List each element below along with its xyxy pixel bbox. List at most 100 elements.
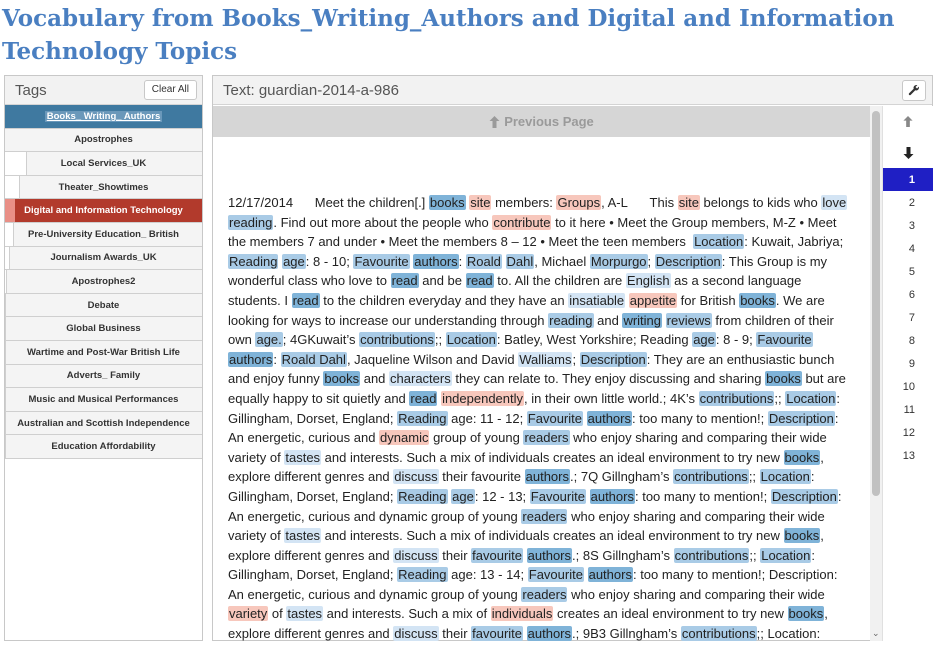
highlighted-term-books[interactable]: contributions — [698, 390, 775, 406]
highlighted-term-books[interactable]: Description — [579, 351, 647, 367]
highlighted-term-books[interactable]: contributions — [673, 469, 749, 485]
highlighted-term-books[interactable]: discuss — [393, 626, 439, 641]
tag-item[interactable]: Apostrophes2 — [5, 270, 202, 294]
highlighted-term-books[interactable]: authors — [589, 488, 635, 504]
page-up-button[interactable] — [883, 106, 933, 137]
tag-item[interactable]: Pre-University Education_ British — [5, 222, 202, 247]
highlighted-term-books[interactable]: tastes — [286, 606, 324, 622]
highlighted-term-books[interactable]: contributions — [673, 547, 750, 563]
page-number[interactable]: 10 — [883, 375, 933, 398]
highlighted-term-books[interactable]: Location — [759, 469, 811, 485]
highlighted-term-digital[interactable]: dynamic — [379, 430, 430, 446]
highlighted-term-books[interactable]: Location — [760, 547, 812, 563]
tag-item[interactable]: Digital and Information Technology — [5, 199, 202, 223]
highlighted-term-books[interactable]: Dahl — [505, 253, 535, 269]
page-number[interactable]: 11 — [883, 398, 933, 421]
highlighted-term-books[interactable]: writing — [622, 312, 663, 328]
highlighted-term-books[interactable]: authors — [587, 567, 633, 583]
highlighted-term-books[interactable]: Reading — [397, 488, 448, 504]
highlighted-term-books[interactable]: characters — [389, 371, 452, 387]
tag-item[interactable]: Adverts_ Family — [5, 364, 202, 389]
highlighted-term-books[interactable]: age — [692, 332, 716, 348]
highlighted-term-books[interactable]: Location — [693, 234, 745, 250]
tag-item[interactable]: Books_ Writing_ Authors — [5, 105, 202, 129]
highlighted-term-books[interactable]: tastes — [284, 528, 322, 544]
highlighted-term-books[interactable]: books — [783, 449, 821, 465]
page-number[interactable]: 7 — [883, 306, 933, 329]
highlighted-term-books[interactable]: Description — [767, 410, 835, 426]
highlighted-term-digital[interactable]: appetite — [628, 292, 678, 308]
tag-item[interactable]: Music and Musical Performances — [5, 388, 202, 412]
highlighted-term-digital[interactable]: site — [469, 195, 492, 210]
highlighted-term-books[interactable]: contributions — [359, 332, 435, 348]
highlighted-term-books[interactable]: read — [390, 273, 419, 289]
scrollbar-thumb[interactable] — [872, 111, 880, 496]
highlighted-term-digital[interactable]: individuals — [490, 606, 554, 622]
highlighted-term-books[interactable]: readers — [521, 586, 568, 602]
highlighted-term-books[interactable]: books — [323, 371, 361, 387]
highlighted-term-books[interactable]: tastes — [284, 449, 322, 465]
highlighted-term-books[interactable]: authors — [586, 410, 632, 426]
highlighted-term-books[interactable]: favourite — [471, 626, 524, 641]
highlighted-term-books[interactable]: Favourite — [353, 253, 410, 269]
highlighted-term-digital[interactable]: variety — [228, 606, 269, 622]
highlighted-term-books[interactable]: books — [739, 292, 776, 308]
highlighted-term-books[interactable]: read — [291, 292, 320, 308]
highlighted-term-books[interactable]: authors — [413, 253, 459, 269]
highlighted-term-books[interactable]: books — [787, 606, 825, 622]
highlighted-term-books[interactable]: insatiable — [568, 292, 626, 308]
highlighted-term-books[interactable]: favourite — [471, 547, 524, 563]
tag-item[interactable]: Local Services_UK — [5, 152, 202, 176]
tag-item[interactable]: Global Business — [5, 317, 202, 341]
highlighted-term-books[interactable]: Favourite — [529, 488, 586, 504]
highlighted-term-books[interactable]: authors — [526, 547, 573, 563]
highlighted-term-books[interactable]: Favourite — [527, 567, 584, 583]
highlighted-term-books[interactable]: English — [625, 273, 671, 289]
highlighted-term-books[interactable]: reading — [548, 312, 594, 328]
highlighted-term-books[interactable]: Walliams — [518, 351, 573, 367]
highlighted-term-books[interactable]: books — [428, 195, 466, 210]
highlighted-term-digital[interactable]: site — [677, 195, 700, 210]
page-number[interactable]: 1 — [883, 168, 933, 191]
scroll-down-icon[interactable]: ⌄ — [872, 628, 880, 639]
highlighted-term-books[interactable]: Favourite — [756, 332, 813, 348]
page-number[interactable]: 2 — [883, 191, 933, 214]
page-number[interactable]: 9 — [883, 352, 933, 375]
tag-item[interactable]: Debate — [5, 293, 202, 318]
page-down-button[interactable] — [883, 137, 933, 168]
highlighted-term-books[interactable]: age — [451, 488, 475, 504]
tag-item[interactable]: Theater_Showtimes — [5, 175, 202, 200]
highlighted-term-books[interactable]: Description — [770, 488, 838, 504]
tag-item[interactable]: Australian and Scottish Independence — [5, 411, 202, 436]
page-number[interactable]: 6 — [883, 283, 933, 306]
highlighted-term-digital[interactable]: contribute — [492, 214, 552, 230]
highlighted-term-books[interactable]: Morpurgo — [589, 253, 648, 269]
highlighted-term-digital[interactable]: independently — [441, 390, 525, 406]
highlighted-term-books[interactable]: readers — [521, 508, 568, 524]
page-number[interactable]: 5 — [883, 260, 933, 283]
highlighted-term-books[interactable]: discuss — [393, 469, 439, 485]
highlighted-term-books[interactable]: Description — [654, 253, 722, 269]
highlighted-term-digital[interactable]: Groups — [556, 195, 602, 210]
tag-item[interactable]: Apostrophes — [5, 128, 202, 153]
previous-page-button[interactable]: Previous Page — [213, 106, 870, 137]
highlighted-term-books[interactable]: Roald Dahl — [280, 351, 347, 367]
highlighted-term-books[interactable]: contributions — [680, 626, 757, 641]
highlighted-term-books[interactable]: read — [409, 390, 438, 406]
highlighted-term-books[interactable]: discuss — [393, 547, 439, 563]
highlighted-term-books[interactable]: Location — [445, 332, 497, 348]
highlighted-term-books[interactable]: read — [465, 273, 494, 289]
settings-button[interactable] — [902, 79, 926, 101]
highlighted-term-books[interactable]: Reading — [228, 253, 279, 269]
highlighted-term-books[interactable]: authors — [524, 469, 570, 485]
highlighted-term-books[interactable]: Reading — [397, 410, 448, 426]
highlighted-term-books[interactable]: Reading — [397, 567, 448, 583]
highlighted-term-books[interactable]: authors — [228, 351, 274, 367]
highlighted-term-books[interactable]: age. — [255, 332, 283, 348]
highlighted-term-books[interactable]: books — [783, 528, 821, 544]
highlighted-term-books[interactable]: readers — [523, 430, 570, 446]
highlighted-term-books[interactable]: Roald — [465, 253, 502, 269]
highlighted-term-books[interactable]: Favourite — [526, 410, 583, 426]
text-scrollbar[interactable]: ⌄ — [870, 106, 882, 641]
page-number[interactable]: 13 — [883, 444, 933, 467]
